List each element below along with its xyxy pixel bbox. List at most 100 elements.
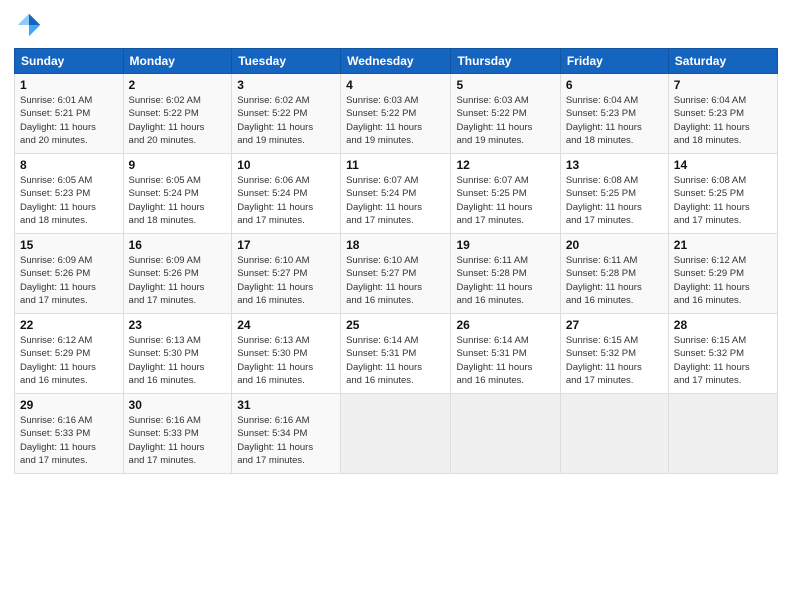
- calendar-cell: 17Sunrise: 6:10 AM Sunset: 5:27 PM Dayli…: [232, 234, 341, 314]
- calendar-cell: 27 Sunrise: 6:15 AM Sunset: 5:32 PM Dayli…: [560, 314, 668, 394]
- day-number: 7: [674, 78, 772, 92]
- calendar-cell: 21 Sunrise: 6:12 AM Sunset: 5:29 PM Dayli…: [668, 234, 777, 314]
- day-number: 14: [674, 158, 772, 172]
- weekday-header-saturday: Saturday: [668, 49, 777, 74]
- calendar-cell: 13Sunrise: 6:08 AM Sunset: 5:25 PM Dayli…: [560, 154, 668, 234]
- day-info: Sunrise: 6:05 AM Sunset: 5:24 PM Dayligh…: [129, 174, 227, 227]
- calendar-cell: 7 Sunrise: 6:04 AM Sunset: 5:23 PM Daylig…: [668, 74, 777, 154]
- day-info: Sunrise: 6:07 AM Sunset: 5:24 PM Dayligh…: [346, 174, 445, 227]
- day-number: 9: [129, 158, 227, 172]
- weekday-header-sunday: Sunday: [15, 49, 124, 74]
- day-number: 29: [20, 398, 118, 412]
- day-info: Sunrise: 6:14 AM Sunset: 5:31 PM Dayligh…: [346, 334, 445, 387]
- day-info: Sunrise: 6:15 AM Sunset: 5:32 PM Dayligh…: [566, 334, 663, 387]
- calendar-cell: 26Sunrise: 6:14 AM Sunset: 5:31 PM Dayli…: [451, 314, 560, 394]
- calendar-cell: 16 Sunrise: 6:09 AM Sunset: 5:26 PM Dayli…: [123, 234, 232, 314]
- day-info: Sunrise: 6:13 AM Sunset: 5:30 PM Dayligh…: [129, 334, 227, 387]
- day-number: 11: [346, 158, 445, 172]
- calendar-cell: 2Sunrise: 6:02 AM Sunset: 5:22 PM Daylig…: [123, 74, 232, 154]
- day-info: Sunrise: 6:11 AM Sunset: 5:28 PM Dayligh…: [456, 254, 554, 307]
- calendar-cell: 28 Sunrise: 6:15 AM Sunset: 5:32 PM Dayli…: [668, 314, 777, 394]
- day-number: 28: [674, 318, 772, 332]
- day-number: 17: [237, 238, 335, 252]
- day-info: Sunrise: 6:16 AM Sunset: 5:34 PM Dayligh…: [237, 414, 335, 467]
- calendar-cell: 18 Sunrise: 6:10 AM Sunset: 5:27 PM Dayli…: [341, 234, 451, 314]
- calendar-cell: 3 Sunrise: 6:02 AM Sunset: 5:22 PM Daylig…: [232, 74, 341, 154]
- calendar-week-row: 15 Sunrise: 6:09 AM Sunset: 5:26 PM Dayli…: [15, 234, 778, 314]
- calendar-week-row: 8 Sunrise: 6:05 AM Sunset: 5:23 PM Daylig…: [15, 154, 778, 234]
- day-number: 10: [237, 158, 335, 172]
- day-number: 16: [129, 238, 227, 252]
- calendar-cell: [668, 394, 777, 474]
- day-number: 4: [346, 78, 445, 92]
- calendar-cell: [451, 394, 560, 474]
- header: [14, 10, 778, 40]
- day-number: 19: [456, 238, 554, 252]
- weekday-header-monday: Monday: [123, 49, 232, 74]
- day-info: Sunrise: 6:10 AM Sunset: 5:27 PM Dayligh…: [346, 254, 445, 307]
- day-info: Sunrise: 6:13 AM Sunset: 5:30 PM Dayligh…: [237, 334, 335, 387]
- calendar-cell: 6 Sunrise: 6:04 AM Sunset: 5:23 PM Daylig…: [560, 74, 668, 154]
- day-number: 6: [566, 78, 663, 92]
- calendar-cell: [560, 394, 668, 474]
- day-number: 31: [237, 398, 335, 412]
- day-info: Sunrise: 6:02 AM Sunset: 5:22 PM Dayligh…: [237, 94, 335, 147]
- day-info: Sunrise: 6:15 AM Sunset: 5:32 PM Dayligh…: [674, 334, 772, 387]
- day-info: Sunrise: 6:03 AM Sunset: 5:22 PM Dayligh…: [346, 94, 445, 147]
- day-info: Sunrise: 6:07 AM Sunset: 5:25 PM Dayligh…: [456, 174, 554, 227]
- day-number: 22: [20, 318, 118, 332]
- calendar-cell: [341, 394, 451, 474]
- calendar-cell: 8 Sunrise: 6:05 AM Sunset: 5:23 PM Daylig…: [15, 154, 124, 234]
- calendar-cell: 30 Sunrise: 6:16 AM Sunset: 5:33 PM Dayli…: [123, 394, 232, 474]
- calendar-cell: 9 Sunrise: 6:05 AM Sunset: 5:24 PM Daylig…: [123, 154, 232, 234]
- day-info: Sunrise: 6:14 AM Sunset: 5:31 PM Dayligh…: [456, 334, 554, 387]
- calendar-cell: 12 Sunrise: 6:07 AM Sunset: 5:25 PM Dayli…: [451, 154, 560, 234]
- weekday-header-row: SundayMondayTuesdayWednesdayThursdayFrid…: [15, 49, 778, 74]
- day-info: Sunrise: 6:12 AM Sunset: 5:29 PM Dayligh…: [20, 334, 118, 387]
- logo-icon: [14, 10, 44, 40]
- day-number: 30: [129, 398, 227, 412]
- day-info: Sunrise: 6:08 AM Sunset: 5:25 PM Dayligh…: [674, 174, 772, 227]
- calendar-cell: 31 Sunrise: 6:16 AM Sunset: 5:34 PM Dayli…: [232, 394, 341, 474]
- calendar-cell: 4 Sunrise: 6:03 AM Sunset: 5:22 PM Daylig…: [341, 74, 451, 154]
- day-info: Sunrise: 6:09 AM Sunset: 5:26 PM Dayligh…: [20, 254, 118, 307]
- day-number: 24: [237, 318, 335, 332]
- calendar-cell: 24 Sunrise: 6:13 AM Sunset: 5:30 PM Dayli…: [232, 314, 341, 394]
- day-number: 21: [674, 238, 772, 252]
- day-number: 20: [566, 238, 663, 252]
- day-info: Sunrise: 6:16 AM Sunset: 5:33 PM Dayligh…: [129, 414, 227, 467]
- day-info: Sunrise: 6:01 AM Sunset: 5:21 PM Dayligh…: [20, 94, 118, 147]
- day-number: 23: [129, 318, 227, 332]
- day-info: Sunrise: 6:12 AM Sunset: 5:29 PM Dayligh…: [674, 254, 772, 307]
- day-number: 12: [456, 158, 554, 172]
- day-info: Sunrise: 6:05 AM Sunset: 5:23 PM Dayligh…: [20, 174, 118, 227]
- calendar-cell: 19 Sunrise: 6:11 AM Sunset: 5:28 PM Dayli…: [451, 234, 560, 314]
- calendar-cell: 22 Sunrise: 6:12 AM Sunset: 5:29 PM Dayli…: [15, 314, 124, 394]
- calendar-cell: 20Sunrise: 6:11 AM Sunset: 5:28 PM Dayli…: [560, 234, 668, 314]
- day-number: 15: [20, 238, 118, 252]
- calendar-week-row: 22 Sunrise: 6:12 AM Sunset: 5:29 PM Dayli…: [15, 314, 778, 394]
- day-number: 3: [237, 78, 335, 92]
- logo: [14, 10, 48, 40]
- day-info: Sunrise: 6:04 AM Sunset: 5:23 PM Dayligh…: [674, 94, 772, 147]
- weekday-header-wednesday: Wednesday: [341, 49, 451, 74]
- weekday-header-tuesday: Tuesday: [232, 49, 341, 74]
- day-number: 18: [346, 238, 445, 252]
- weekday-header-thursday: Thursday: [451, 49, 560, 74]
- calendar-cell: 14 Sunrise: 6:08 AM Sunset: 5:25 PM Dayli…: [668, 154, 777, 234]
- calendar-cell: 1 Sunrise: 6:01 AM Sunset: 5:21 PM Daylig…: [15, 74, 124, 154]
- day-info: Sunrise: 6:08 AM Sunset: 5:25 PM Dayligh…: [566, 174, 663, 227]
- calendar-cell: 15 Sunrise: 6:09 AM Sunset: 5:26 PM Dayli…: [15, 234, 124, 314]
- day-number: 5: [456, 78, 554, 92]
- day-info: Sunrise: 6:09 AM Sunset: 5:26 PM Dayligh…: [129, 254, 227, 307]
- day-info: Sunrise: 6:16 AM Sunset: 5:33 PM Dayligh…: [20, 414, 118, 467]
- day-number: 1: [20, 78, 118, 92]
- calendar-week-row: 29 Sunrise: 6:16 AM Sunset: 5:33 PM Dayli…: [15, 394, 778, 474]
- day-info: Sunrise: 6:04 AM Sunset: 5:23 PM Dayligh…: [566, 94, 663, 147]
- weekday-header-friday: Friday: [560, 49, 668, 74]
- page: SundayMondayTuesdayWednesdayThursdayFrid…: [0, 0, 792, 612]
- day-number: 27: [566, 318, 663, 332]
- day-number: 8: [20, 158, 118, 172]
- day-number: 25: [346, 318, 445, 332]
- calendar-table: SundayMondayTuesdayWednesdayThursdayFrid…: [14, 48, 778, 474]
